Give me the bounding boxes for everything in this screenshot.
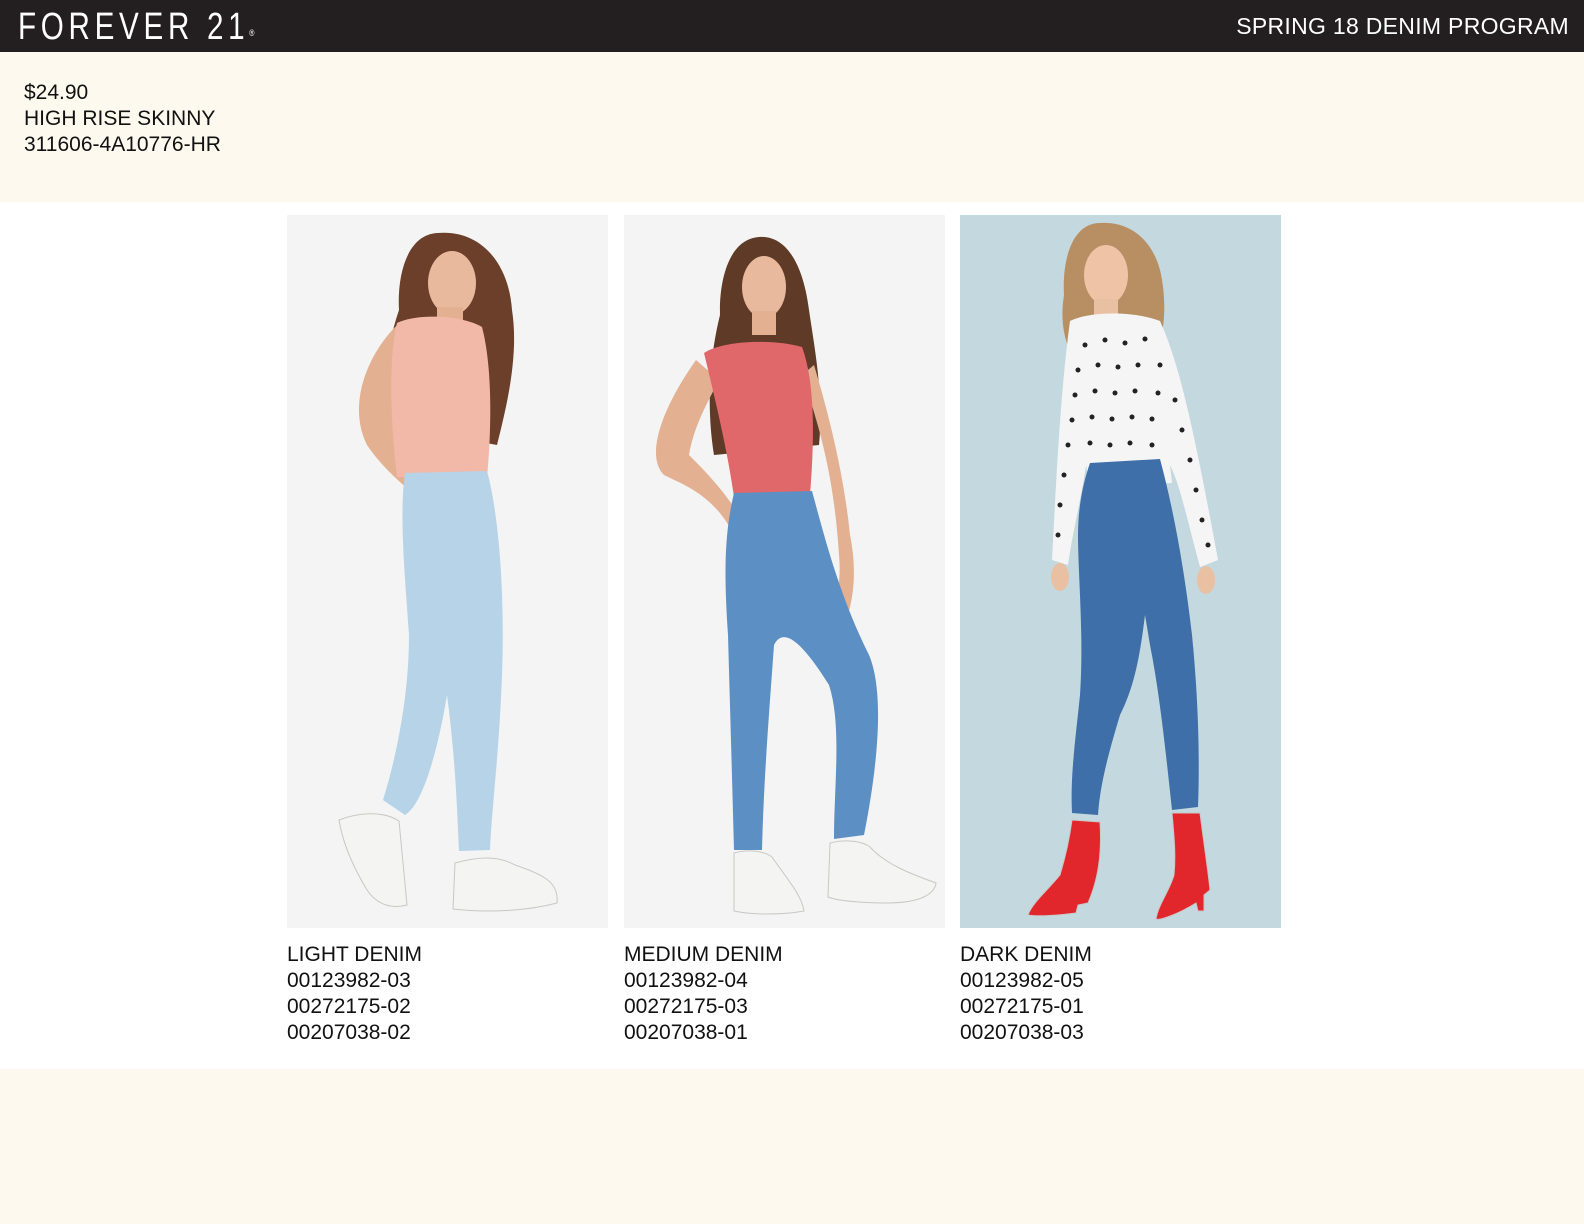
header-bar: FOREVER 21® SPRING 18 DENIM PROGRAM	[0, 0, 1584, 52]
footer-band	[0, 1069, 1584, 1224]
sku-code: 00123982-05	[960, 969, 1084, 992]
program-title: SPRING 18 DENIM PROGRAM	[1236, 13, 1569, 39]
model-illustration	[960, 215, 1281, 928]
hand	[1197, 566, 1215, 594]
hand	[1051, 563, 1069, 591]
product-info: $24.90 HIGH RISE SKINNY 311606-4A10776-H…	[24, 80, 221, 158]
product-info-band: $24.90 HIGH RISE SKINNY 311606-4A10776-H…	[0, 52, 1584, 202]
variant-card-dark[interactable]: DARK DENIM 00123982-05 00272175-01 00207…	[960, 215, 1281, 1046]
variant-caption: LIGHT DENIM 00123982-03 00272175-02 0020…	[287, 942, 608, 1046]
sku-code: 00272175-03	[624, 995, 748, 1018]
sku-code: 00123982-03	[287, 969, 411, 992]
neck	[752, 311, 776, 335]
wash-name: MEDIUM DENIM	[624, 943, 783, 966]
model-photo-light[interactable]	[287, 215, 608, 928]
model-illustration	[624, 215, 945, 928]
sku-code: 00207038-03	[960, 1021, 1084, 1044]
wash-name: DARK DENIM	[960, 943, 1092, 966]
product-style-number: 311606-4A10776-HR	[24, 133, 221, 156]
sku-code: 00272175-01	[960, 995, 1084, 1018]
sku-code: 00207038-02	[287, 1021, 411, 1044]
registered-mark: ®	[249, 28, 255, 38]
wash-name: LIGHT DENIM	[287, 943, 422, 966]
sku-code: 00272175-02	[287, 995, 411, 1018]
face	[742, 256, 786, 318]
sku-code: 00207038-01	[624, 1021, 748, 1044]
brand-name: FOREVER 21	[18, 6, 250, 48]
variant-card-medium[interactable]: MEDIUM DENIM 00123982-04 00272175-03 002…	[624, 215, 945, 1046]
sku-code: 00123982-04	[624, 969, 748, 992]
face	[428, 251, 476, 315]
model-illustration	[287, 215, 608, 928]
product-price: $24.90	[24, 81, 89, 104]
model-photo-medium[interactable]	[624, 215, 945, 928]
brand-logo[interactable]: FOREVER 21®	[18, 5, 254, 49]
product-name: HIGH RISE SKINNY	[24, 107, 216, 130]
top-garment	[391, 316, 491, 477]
variant-caption: DARK DENIM 00123982-05 00272175-01 00207…	[960, 942, 1281, 1046]
face	[1084, 245, 1128, 305]
model-photo-dark[interactable]	[960, 215, 1281, 928]
variant-caption: MEDIUM DENIM 00123982-04 00272175-03 002…	[624, 942, 945, 1046]
variant-card-light[interactable]: LIGHT DENIM 00123982-03 00272175-02 0020…	[287, 215, 608, 1046]
